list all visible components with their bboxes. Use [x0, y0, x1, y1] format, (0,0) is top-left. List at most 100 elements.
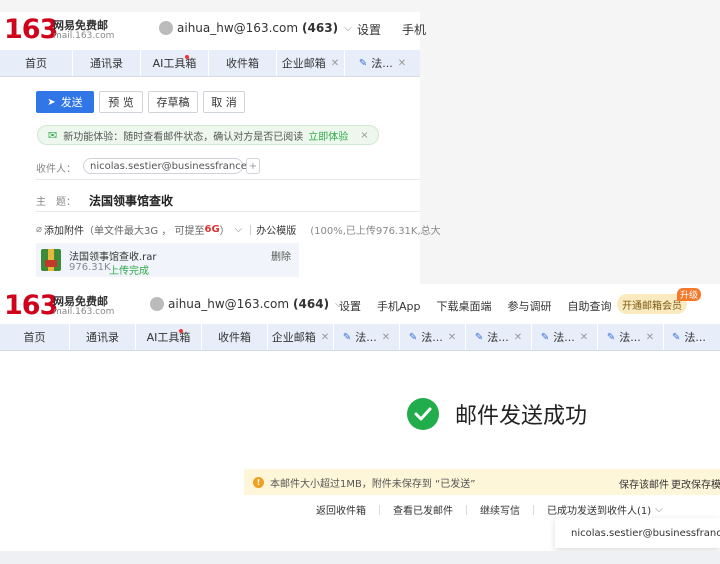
nav-settings[interactable]: 设置 [339, 298, 361, 314]
divider [0, 76, 420, 77]
unread-count: (463) [302, 21, 339, 35]
tab-contacts[interactable]: 通讯录 [73, 50, 141, 76]
delete-attachment-button[interactable]: 删除 [271, 248, 291, 263]
view-sent-link[interactable]: 查看已发邮件 [393, 502, 453, 517]
logo-163[interactable]: 163 [4, 292, 58, 319]
logo-163[interactable]: 163 [4, 16, 58, 43]
account-switcher[interactable]: aihua_hw@163.com (463) ⌵ [159, 21, 352, 35]
save-draft-button[interactable]: 存草稿 [148, 91, 198, 113]
account-email: aihua_hw@163.com [168, 297, 290, 311]
size-warning-bar: ! 本邮件大小超过1MB，附件未保存到 “已发送” 保存该邮件 更改保存模 [244, 469, 720, 495]
tab-label: AI工具箱 [152, 57, 197, 70]
warning-icon: ! [253, 476, 264, 488]
tab-enterprise-mail[interactable]: 企业邮箱 ✕ [277, 50, 345, 76]
pencil-icon: ✎ [474, 331, 484, 343]
pencil-icon: ✎ [540, 331, 550, 343]
new-dot [179, 329, 183, 333]
tab-compose[interactable]: ✎ 法... ✕ [598, 324, 664, 350]
recipient-label: 收件人： [36, 164, 76, 175]
tab-label: 法... [371, 57, 393, 70]
continue-writing-link[interactable]: 继续写信 [480, 502, 520, 517]
avatar [150, 297, 164, 311]
logo-domain: mail.163.com [53, 307, 115, 317]
account-switcher[interactable]: aihua_hw@163.com (464) ⌵ [150, 297, 343, 311]
cancel-button[interactable]: 取 消 [203, 91, 245, 113]
tab-label: 收件箱 [218, 331, 251, 344]
nav-self-service[interactable]: 自助查询 [568, 298, 612, 314]
tab-label: 法... [684, 331, 706, 344]
nav-mobile[interactable]: 手机 [402, 21, 426, 38]
tab-enterprise-mail[interactable]: 企业邮箱 ✕ [268, 324, 334, 350]
tab-contacts[interactable]: 通讯录 [70, 324, 136, 350]
notice-text: 新功能体验：随时查看邮件状态，确认对方是否已阅读 [63, 131, 304, 143]
tab-compose[interactable]: ✎ 法... [664, 324, 720, 350]
top-nav: 设置 手机 [357, 21, 447, 38]
tab-compose[interactable]: ✎ 法... ✕ [334, 324, 400, 350]
attachment-card[interactable]: 法国领事馆查收.rar 976.31K 上传完成 删除 [36, 243, 299, 277]
tab-ai-toolbox[interactable]: AI工具箱 [141, 50, 209, 76]
close-icon[interactable]: ✕ [514, 332, 522, 343]
close-icon[interactable]: ✕ [331, 58, 339, 69]
success-message: 邮件发送成功 [455, 404, 588, 429]
change-save-mode-link[interactable]: 更改保存模 [671, 476, 720, 491]
feature-notice: ✉ 新功能体验：随时查看邮件状态，确认对方是否已阅读 立即体验 × [37, 125, 379, 145]
close-icon[interactable]: ✕ [580, 332, 588, 343]
tab-inbox[interactable]: 收件箱 [209, 50, 277, 76]
tab-home[interactable]: 首页 [0, 324, 70, 350]
subject-input[interactable]: 法国领事馆查收 [89, 192, 173, 209]
unread-count: (464) [293, 297, 330, 311]
attach-limit[interactable]: 6G [205, 224, 220, 235]
recipient-popup: nicolas.sestier@businessfrance.fr [555, 518, 720, 548]
pencil-icon: ✎ [606, 331, 616, 343]
tab-label: 首页 [23, 331, 46, 344]
add-recipient-button[interactable]: + [246, 158, 260, 174]
close-icon[interactable]: ✕ [321, 332, 329, 343]
office-template-link[interactable]: 办公模版 [256, 222, 296, 237]
nav-desktop-download[interactable]: 下载桌面端 [437, 298, 492, 314]
send-button[interactable]: ➤ 发送 [36, 91, 94, 113]
recipient-chip[interactable]: nicolas.sestier@businessfrance.fr [83, 158, 258, 174]
tab-label: 法... [355, 331, 377, 344]
sent-recipients-dropdown[interactable]: 已成功发送到收件人(1) [547, 502, 651, 517]
pencil-icon: ✎ [408, 331, 418, 343]
close-icon[interactable]: ✕ [382, 332, 390, 343]
chevron-down-icon[interactable]: ⌵ [235, 224, 243, 235]
tab-ai-toolbox[interactable]: AI工具箱 [136, 324, 202, 350]
chevron-down-icon[interactable]: ⌵ [655, 504, 663, 515]
nav-mobile-app[interactable]: 手机App [377, 298, 421, 314]
tab-label: 法... [487, 331, 509, 344]
top-nav: 设置 手机App 下载桌面端 参与调研 自助查询 [339, 298, 633, 314]
close-icon[interactable]: × [360, 130, 368, 141]
tab-compose[interactable]: ✎ 法... ✕ [345, 50, 420, 76]
send-success-banner: 邮件发送成功 [407, 398, 587, 430]
pencil-icon: ✎ [342, 331, 352, 343]
save-mail-link[interactable]: 保存该邮件 [619, 476, 669, 491]
add-attachment-link[interactable]: 添加附件 [44, 222, 84, 237]
mail-check-icon: ✉ [48, 128, 58, 142]
tab-bar: 首页 通讯录 AI工具箱 收件箱 企业邮箱 ✕ ✎ 法... ✕ [0, 50, 420, 76]
tab-compose[interactable]: ✎ 法... ✕ [400, 324, 466, 350]
divider [36, 179, 420, 180]
preview-button[interactable]: 预 览 [99, 91, 143, 113]
try-now-link[interactable]: 立即体验 [308, 128, 348, 143]
close-icon[interactable]: ✕ [646, 332, 654, 343]
back-to-inbox-link[interactable]: 返回收件箱 [316, 502, 366, 517]
upgrade-badge: 升级 [677, 288, 701, 301]
tab-compose[interactable]: ✎ 法... ✕ [466, 324, 532, 350]
rar-file-icon [41, 249, 61, 271]
upload-progress: (100%,已上传976.31K,总大 [310, 226, 441, 237]
tab-label: 通讯录 [86, 331, 119, 344]
tab-home[interactable]: 首页 [0, 50, 73, 76]
attachment-size: 976.31K [69, 262, 111, 273]
action-links: 返回收件箱 查看已发邮件 继续写信 已成功发送到收件人(1) ⌵ [316, 502, 663, 517]
tab-compose[interactable]: ✎ 法... ✕ [532, 324, 598, 350]
nav-settings[interactable]: 设置 [357, 21, 381, 38]
tab-inbox[interactable]: 收件箱 [202, 324, 268, 350]
close-icon[interactable]: ✕ [398, 58, 406, 69]
recipient-email: nicolas.sestier@businessfrance.fr [90, 160, 258, 172]
attach-hint-end: ） [219, 226, 230, 237]
close-icon[interactable]: ✕ [448, 332, 456, 343]
tab-label: 首页 [25, 57, 47, 70]
tab-label: AI工具箱 [146, 331, 191, 344]
nav-survey[interactable]: 参与调研 [508, 298, 552, 314]
